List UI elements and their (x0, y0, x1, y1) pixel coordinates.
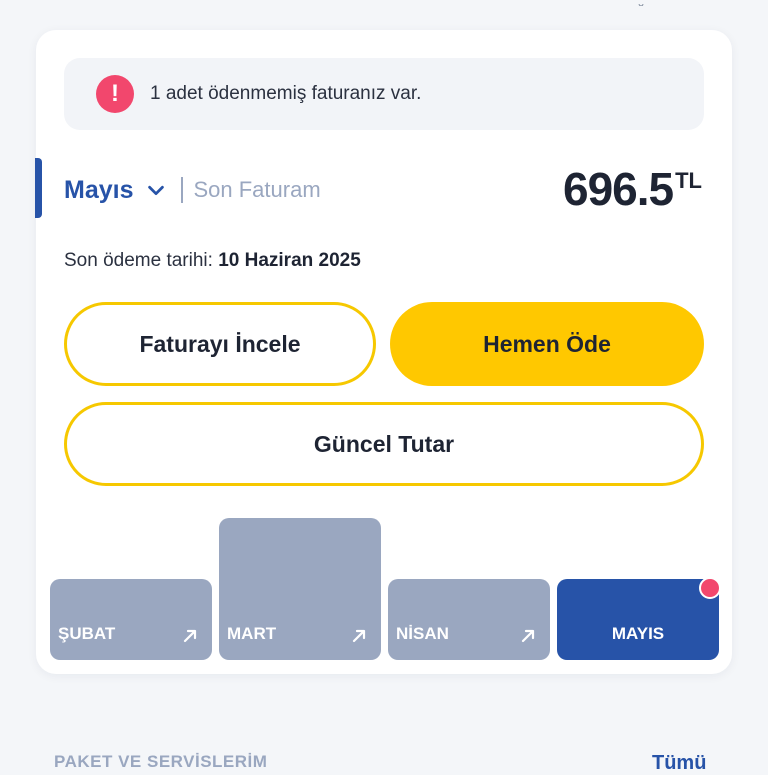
accent-bar (35, 158, 42, 218)
history-bar-ni̇san[interactable]: NİSAN (388, 579, 550, 660)
bill-card: ! 1 adet ödenmemiş faturanız var. Mayıs … (35, 30, 732, 674)
last-bill-label: Son Faturam (193, 177, 321, 202)
see-all-link[interactable]: Tümü (652, 752, 706, 775)
current-amount-button[interactable]: Güncel Tutar (64, 402, 704, 486)
due-date: 10 Haziran 2025 (218, 250, 361, 271)
history-bar-label: MAYIS (611, 624, 665, 643)
history-bar-şubat[interactable]: ŞUBAT (50, 579, 212, 660)
history-bar-mayis[interactable]: MAYIS (557, 577, 721, 660)
exclamation-icon: ! (96, 75, 134, 113)
due-date-row: Son ödeme tarihi: 10 Haziran 2025 (64, 250, 361, 272)
history-bar-mart[interactable]: MART (219, 518, 381, 660)
selected-month[interactable]: Mayıs (64, 176, 133, 205)
history-bar-label: ŞUBAT (58, 624, 116, 643)
month-selector[interactable]: Mayıs Son Faturam (64, 170, 321, 210)
packages-section-title: PAKET VE SERVİSLERİM (54, 752, 268, 771)
notification-dot-icon (699, 577, 721, 599)
arrow-up-right-icon (183, 629, 197, 643)
chevron-down-icon[interactable] (145, 179, 167, 201)
separator (181, 177, 184, 203)
arrow-up-right-icon (521, 629, 535, 643)
history-bar-label: MART (227, 624, 277, 643)
amount-value: 696.5 (562, 163, 674, 215)
pay-now-button[interactable]: Hemen Öde (390, 302, 704, 386)
history-bar-label: NİSAN (396, 624, 449, 643)
arrow-up-right-icon (352, 629, 366, 643)
bill-history-chart: ŞUBAT MART NİSAN MAYIS (50, 514, 721, 660)
due-label: Son ödeme tarihi: (64, 250, 213, 271)
bill-amount: 696.5TL (563, 162, 702, 216)
review-bill-button[interactable]: Faturayı İncele (64, 302, 376, 386)
currency-label: TL (675, 168, 702, 193)
top-chevron-icon: ⌄ (636, 0, 650, 6)
alert-text: 1 adet ödenmemiş faturanız var. (150, 83, 422, 104)
unpaid-alert[interactable]: ! 1 adet ödenmemiş faturanız var. (64, 58, 704, 130)
